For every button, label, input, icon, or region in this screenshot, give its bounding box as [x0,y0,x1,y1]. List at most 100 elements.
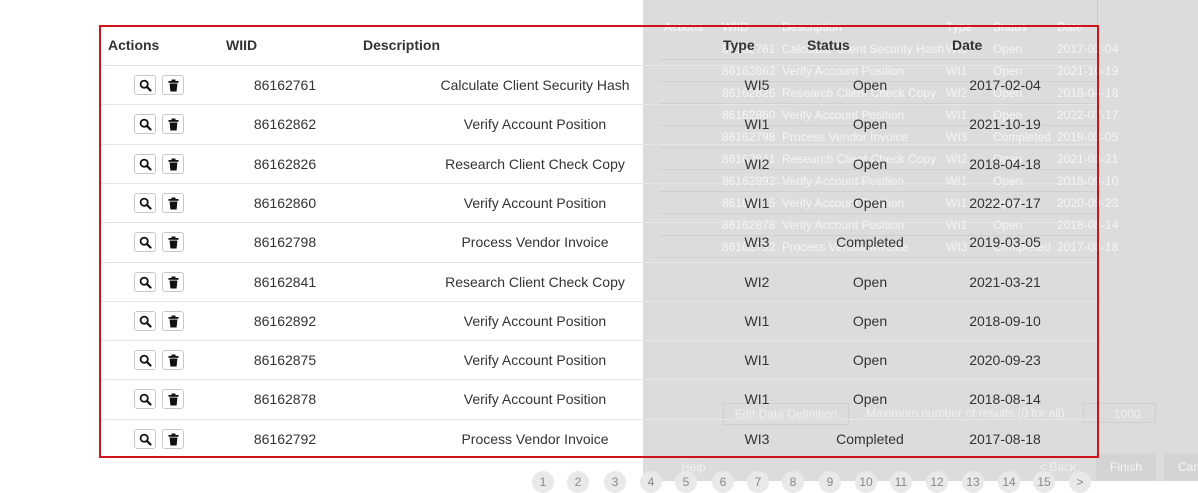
page-button-7[interactable]: 7 [747,471,769,493]
cell-status: Open [852,391,888,408]
table-row: 86162841 Research Client Check Copy WI2 Ope… [101,261,1097,302]
header-type[interactable]: Type [723,37,755,53]
table-row: 86162875 Verify Account Position WI1 Open 20… [101,340,1097,380]
cell-wiid: 86162826 [253,155,317,172]
view-button[interactable] [134,350,156,371]
cell-date: 2018-08-14 [969,391,1041,408]
header-date[interactable]: Date [952,37,982,53]
table-row: 86162860 Verify Account Position WI1 Open 20… [101,182,1097,223]
cell-description: Process Vendor Invoice [461,234,609,251]
cell-status: Open [852,312,888,329]
header-wiid[interactable]: WIID [226,37,257,53]
view-button[interactable] [134,75,156,95]
cell-status: Open [852,352,888,369]
header-actions: Actions [108,37,160,53]
cell-description: Verify Account Position [463,312,607,329]
page-button-6[interactable]: 6 [712,471,734,493]
view-button[interactable] [134,428,156,449]
cell-status: Open [852,77,888,93]
table-row: 86162798 Process Vendor Invoice WI3 Complet… [101,222,1097,262]
table-row: 86162892 Verify Account Position WI1 Open 20… [101,300,1097,341]
cell-type: WI5 [744,77,770,93]
delete-button[interactable] [162,114,184,135]
cell-date: 2018-04-18 [969,155,1041,172]
table-row: 86162792 Process Vendor Invoice WI3 Complet… [101,418,1097,459]
cell-status: Completed [836,234,904,251]
cell-wiid: 86162792 [253,430,317,447]
page-button-12[interactable]: 12 [926,471,948,493]
cell-type: WI1 [744,352,770,369]
cell-type: WI1 [744,312,770,329]
cell-wiid: 86162860 [253,194,317,211]
page-button-10[interactable]: 10 [855,471,877,493]
cell-status: Open [852,116,888,133]
view-button[interactable] [134,192,156,213]
cell-type: WI1 [744,391,770,408]
cell-wiid: 86162875 [253,352,317,369]
cell-wiid: 86162892 [253,312,317,329]
cell-date: 2017-02-04 [969,77,1041,93]
view-button[interactable] [134,153,156,174]
header-description[interactable]: Description [363,37,440,53]
cell-wiid: 86162878 [253,391,317,408]
page-button-8[interactable]: 8 [782,471,804,493]
cell-date: 2022-07-17 [969,194,1041,211]
cell-description: Verify Account Position [463,116,607,133]
next-page-button[interactable]: > [1069,471,1091,493]
page-button-11[interactable]: 11 [890,471,912,493]
view-button[interactable] [134,114,156,135]
cell-type: WI2 [744,155,770,172]
delete-button[interactable] [162,428,184,449]
cell-type: WI3 [744,430,770,447]
cell-date: 2021-03-21 [969,273,1041,290]
cell-date: 2021-10-19 [969,116,1041,133]
page-button-15[interactable]: 15 [1033,471,1055,493]
cell-type: WI3 [744,234,770,251]
work-items-grid: Actions WIID Description Type Status Dat… [99,25,1099,458]
delete-button[interactable] [162,75,184,95]
view-button[interactable] [134,232,156,253]
cell-date: 2017-08-18 [969,430,1041,447]
cell-wiid: 86162862 [253,116,317,133]
page-button-9[interactable]: 9 [819,471,841,493]
view-button[interactable] [134,271,156,292]
cell-status: Open [852,155,888,172]
cell-wiid: 86162798 [253,234,317,251]
delete-button[interactable] [162,271,184,292]
table-row: 86162826 Research Client Check Copy WI2 Ope… [101,143,1097,184]
pagination: 1 2 3 4 5 6 7 8 9 10 11 12 13 14 15 > [0,471,1198,493]
page-button-2[interactable]: 2 [567,471,589,493]
cell-description: Verify Account Position [463,352,607,369]
cell-date: 2020-09-23 [969,352,1041,369]
page-button-4[interactable]: 4 [640,471,662,493]
page-button-5[interactable]: 5 [675,471,697,493]
cell-description: Research Client Check Copy [445,273,625,290]
page-button-1[interactable]: 1 [532,471,554,493]
cell-type: WI1 [744,194,770,211]
cell-type: WI2 [744,273,770,290]
delete-button[interactable] [162,350,184,371]
table-row: 86162878 Verify Account Position WI1 Open 20… [101,379,1097,419]
cell-description: Research Client Check Copy [445,155,625,172]
cell-description: Verify Account Position [463,194,607,211]
cell-description: Verify Account Position [463,391,607,408]
delete-button[interactable] [162,232,184,253]
delete-button[interactable] [162,310,184,331]
table-row: 86162862 Verify Account Position WI1 Open 20… [101,104,1097,144]
cell-date: 2018-09-10 [969,312,1041,329]
cell-type: WI1 [744,116,770,133]
header-status[interactable]: Status [807,37,850,53]
delete-button[interactable] [162,192,184,213]
table-row: 86162761 Calculate Client Security Hash WI… [101,65,1097,105]
view-button[interactable] [134,389,156,410]
page-button-13[interactable]: 13 [962,471,984,493]
page-button-14[interactable]: 14 [998,471,1020,493]
cell-wiid: 86162761 [253,77,317,93]
grid-header: Actions WIID Description Type Status Dat… [101,27,1097,65]
view-button[interactable] [134,310,156,331]
delete-button[interactable] [162,153,184,174]
cell-description: Process Vendor Invoice [461,430,609,447]
page-button-3[interactable]: 3 [604,471,626,493]
delete-button[interactable] [162,389,184,410]
cell-status: Open [852,194,888,211]
